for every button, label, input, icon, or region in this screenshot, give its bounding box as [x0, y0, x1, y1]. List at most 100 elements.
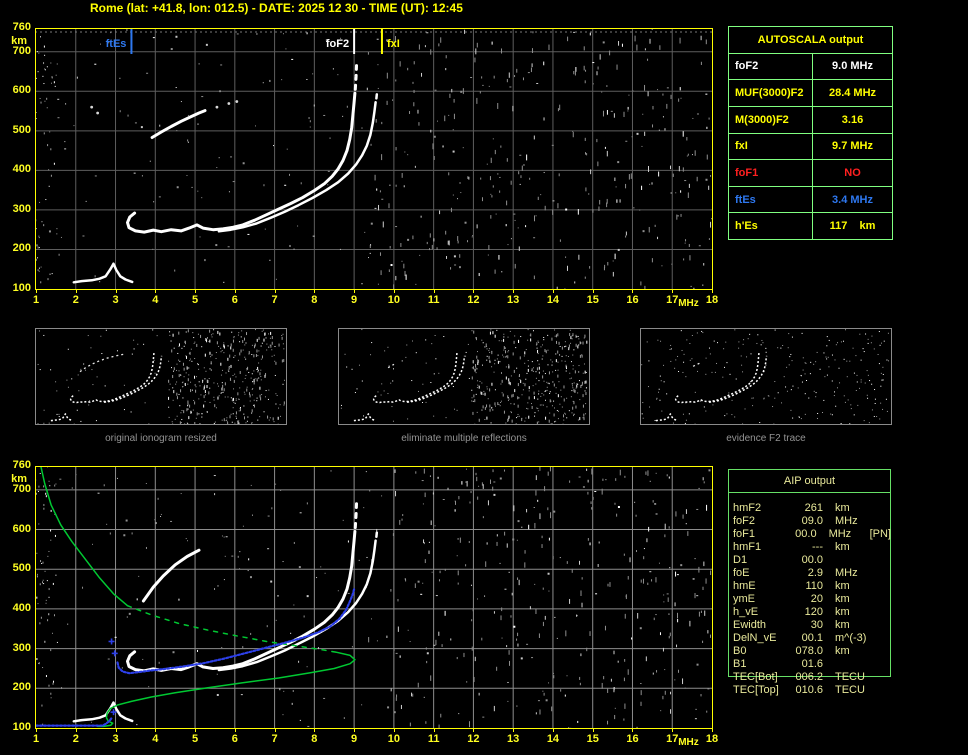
y-tick-label: 500 — [12, 562, 31, 575]
x-tick-label: 14 — [546, 294, 560, 306]
x-tick-label: 16 — [626, 294, 639, 306]
page-title: Rome (lat: +41.8, lon: 012.5) - DATE: 20… — [90, 1, 463, 15]
svg-text:ftEs: ftEs — [106, 38, 127, 50]
aip-table: hmF2 261 km foF2 09.0 MHz foF1 00.0 MHz [PN] hmF1-… — [733, 502, 891, 697]
aip-row-hmf1: hmF1 --- km — [733, 541, 850, 553]
y-tick-label: 760 — [12, 459, 31, 471]
y-tick-label: 500 — [12, 123, 31, 136]
y-tick-label: 100 — [12, 721, 31, 733]
ionogram-plot-bottom — [35, 466, 713, 729]
x-tick-mark — [632, 729, 634, 732]
x-tick-mark — [393, 290, 395, 293]
thumbnail-caption-original: original ionogram resized — [105, 433, 217, 444]
autoscala-row-ftes: ftEs 3.4 MHz — [729, 186, 892, 214]
autoscala-row-value: 9.7 MHz — [832, 140, 873, 153]
x-tick-label: 2 — [72, 294, 79, 306]
x-tick-mark — [155, 290, 157, 293]
x-tick-mark — [632, 290, 634, 293]
x-tick-mark — [592, 729, 594, 732]
x-tick-mark — [552, 290, 554, 293]
autoscala-row-hes: h'Es 117 km — [729, 213, 892, 239]
x-tick-mark — [195, 729, 197, 732]
x-tick-label: 7 — [271, 294, 278, 306]
y-tick-label: 300 — [12, 641, 31, 654]
x-tick-label: 10 — [387, 733, 400, 745]
x-tick-label: 13 — [507, 294, 520, 306]
autoscala-row-label: foF2 — [729, 53, 813, 80]
aip-row-b0: B0 078.0 km — [733, 645, 850, 657]
x-tick-label: 12 — [467, 294, 480, 306]
x-tick-mark — [393, 729, 395, 732]
x-tick-mark — [155, 729, 157, 732]
x-tick-label: 11 — [427, 294, 440, 306]
aip-row-yme: ymE 20 km — [733, 593, 850, 605]
autoscala-row-fof2: foF2 9.0 MHz — [729, 53, 892, 81]
thumbnail-caption-eliminate: eliminate multiple reflections — [401, 433, 527, 444]
x-tick-mark — [552, 729, 554, 732]
x-tick-label: 8 — [311, 733, 318, 745]
thumbnail-eliminate-reflections — [338, 328, 590, 427]
autoscala-row-value: 117 km — [829, 220, 876, 233]
x-tick-mark — [115, 290, 117, 293]
x-tick-label: 1 — [32, 733, 40, 745]
x-tick-mark — [36, 729, 37, 732]
ionogram-bottom-canvas — [35, 466, 713, 729]
x-tick-label: 10 — [387, 294, 400, 306]
aip-row-foe: foE 2.9 MHz — [733, 567, 858, 579]
x-tick-label: 9 — [351, 733, 358, 745]
y-tick-label: 200 — [12, 242, 31, 255]
y-tick-label: 300 — [12, 202, 31, 215]
x-tick-mark — [433, 729, 435, 732]
x-tick-mark — [473, 729, 475, 732]
x-tick-mark — [75, 729, 77, 732]
autoscala-row-label: foF1 — [729, 160, 813, 186]
svg-text:foF2: foF2 — [326, 38, 349, 50]
autoscala-table: AUTOSCALA output foF2 9.0 MHz MUF(3000)F2 2… — [728, 26, 893, 240]
thumbnail-caption-evidence: evidence F2 trace — [726, 433, 806, 444]
x-tick-label: 18 — [705, 294, 719, 306]
y-tick-label: 760 — [12, 21, 31, 33]
thumbnail-original-ionogram — [35, 328, 287, 427]
svg-text:fxI: fxI — [387, 38, 400, 50]
autoscala-row-label: ftEs — [729, 186, 813, 213]
autoscala-row-muf3000f2: MUF(3000)F2 28.4 MHz — [729, 80, 892, 107]
x-tick-label: 9 — [351, 294, 358, 306]
x-tick-mark — [712, 290, 713, 293]
x-tick-mark — [672, 290, 674, 293]
x-tick-mark — [195, 290, 197, 293]
x-tick-mark — [314, 290, 316, 293]
aip-row-d1: D1 00.0 — [733, 554, 823, 566]
y-tick-label: 600 — [12, 522, 31, 535]
x-tick-mark — [712, 729, 713, 732]
autoscala-row-value: 9.0 MHz — [832, 60, 873, 73]
x-tick-label: 6 — [231, 294, 238, 306]
y-tick-label: 400 — [12, 601, 31, 614]
x-tick-mark — [274, 290, 276, 293]
x-tick-mark — [234, 290, 236, 293]
aip-row-tecbot: TEC[Bot] 006.2 TECU — [733, 671, 865, 683]
x-tick-label: 11 — [427, 733, 440, 745]
x-tick-label: 18 — [705, 733, 719, 745]
x-tick-mark — [75, 290, 77, 293]
y-axis-unit: km — [11, 473, 27, 485]
autoscala-row-label: M(3000)F2 — [729, 106, 813, 133]
autoscala-row-label: fxI — [729, 133, 813, 160]
aip-row-b1: B1 01.6 — [733, 658, 823, 670]
aip-row-hme: hmE 110 km — [733, 580, 850, 592]
x-tick-mark — [234, 729, 236, 732]
y-tick-label: 200 — [12, 681, 31, 694]
autoscala-row-fxi: fxI 9.7 MHz — [729, 133, 892, 161]
x-tick-mark — [314, 729, 316, 732]
aip-row-tectop: TEC[Top] 010.6 TECU — [733, 684, 865, 696]
x-tick-label: 4 — [152, 733, 159, 745]
autoscala-row-label: MUF(3000)F2 — [729, 80, 813, 106]
x-tick-label: 5 — [191, 733, 199, 745]
x-tick-label: 16 — [626, 733, 639, 745]
autoscala-row-value: 3.4 MHz — [832, 193, 873, 206]
ionogram-top-canvas: ftEs foF2 fxI — [35, 28, 713, 290]
x-tick-label: 13 — [507, 733, 520, 745]
aip-row-hve: h_vE 120 km — [733, 606, 850, 618]
x-tick-mark — [513, 729, 515, 732]
x-tick-label: 3 — [112, 294, 119, 306]
x-tick-label: 4 — [152, 294, 159, 306]
